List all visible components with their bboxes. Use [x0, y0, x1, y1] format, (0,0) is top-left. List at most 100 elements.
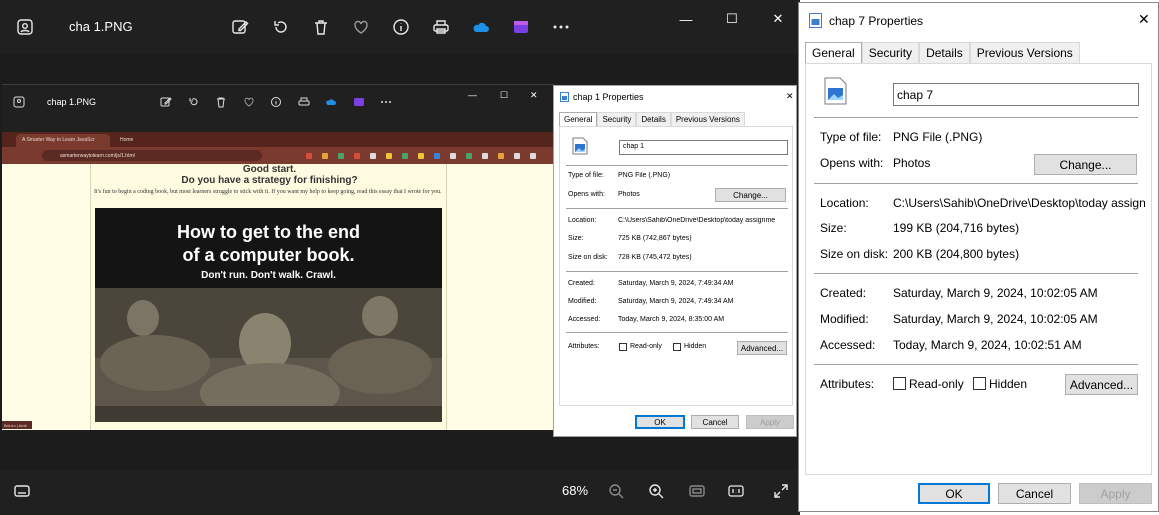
dialog-title: chap 1 Properties: [573, 92, 644, 102]
extension-icon: [338, 153, 344, 159]
separator: [566, 271, 788, 272]
zoom-level: 68%: [562, 483, 589, 498]
separator: [566, 165, 788, 166]
dialog-close-button[interactable]: ✕: [786, 91, 794, 102]
small-properties-dialog: chap 1 Properties ✕ General Security Det…: [553, 85, 797, 437]
apply-button[interactable]: Apply: [1079, 483, 1152, 504]
browser-screenshot: A Smarter Way to Learn JavaScr Home asma…: [2, 132, 554, 430]
cancel-button[interactable]: Cancel: [998, 483, 1071, 504]
minimize-button[interactable]: —: [676, 10, 696, 28]
page-subheading: Do you have a strategy for finishing?: [181, 175, 358, 186]
change-button[interactable]: Change...: [715, 188, 786, 202]
type-of-file-label: Type of file:: [820, 130, 882, 144]
hero-image: How to get to the end of a computer book…: [95, 208, 442, 422]
file-name-input[interactable]: chap 1: [619, 140, 788, 155]
zoom-in-icon[interactable]: [645, 480, 667, 502]
info-icon[interactable]: [390, 16, 412, 38]
more-icon[interactable]: [550, 16, 572, 38]
general-panel: chap 1 Type of file: PNG File (.PNG) Ope…: [559, 126, 793, 406]
ok-button[interactable]: OK: [918, 483, 990, 504]
inner-more-icon: [379, 95, 393, 109]
size-on-disk-label: Size on disk:: [568, 254, 608, 261]
accessed-value: Today, March 9, 2024, 10:02:51 AM: [893, 338, 1082, 352]
location-value: C:\Users\Sahib\OneDrive\Desktop\today as…: [618, 217, 776, 224]
inner-delete-icon: [214, 95, 228, 109]
actual-size-icon[interactable]: [725, 480, 747, 502]
browser-tab-label: A Smarter Way to Learn JavaScr: [22, 137, 95, 143]
dialog-close-button[interactable]: ✕: [1138, 11, 1150, 28]
inner-viewer-toolbar: chap 1.PNG — ☐ ✕: [2, 84, 554, 118]
hidden-checkbox[interactable]: [973, 377, 986, 390]
attributes-label: Attributes:: [568, 343, 600, 350]
rotate-icon[interactable]: [270, 16, 292, 38]
image-gallery-icon[interactable]: [14, 16, 36, 38]
zoom-out-icon[interactable]: [605, 480, 627, 502]
print-icon[interactable]: [430, 16, 452, 38]
file-name-input[interactable]: chap 7: [893, 83, 1139, 106]
size-on-disk-value: 200 KB (204,800 bytes): [893, 247, 1020, 261]
filmstrip-icon[interactable]: [11, 480, 33, 502]
hidden-label: Hidden: [989, 377, 1028, 391]
extension-icon: [450, 153, 456, 159]
extension-icon: [354, 153, 360, 159]
inner-print-icon: [297, 95, 311, 109]
modified-label: Modified:: [820, 312, 869, 326]
accessed-label: Accessed:: [568, 316, 601, 323]
inner-maximize: ☐: [500, 90, 509, 100]
png-file-icon: [809, 13, 822, 28]
fit-to-window-icon[interactable]: [686, 480, 708, 502]
clipchamp-icon[interactable]: [510, 16, 532, 38]
viewer-file-title: cha 1.PNG: [69, 19, 133, 34]
separator: [566, 208, 788, 209]
fullscreen-icon[interactable]: [770, 480, 792, 502]
page-paragraph: It's fun to begin a coding book, but mos…: [94, 189, 442, 195]
separator: [814, 364, 1138, 365]
png-file-icon: [560, 92, 569, 102]
attributes-label: Attributes:: [820, 377, 875, 391]
tab-general[interactable]: General: [559, 112, 598, 126]
edit-image-icon[interactable]: [229, 16, 251, 38]
read-only-label: Read-only: [909, 377, 964, 391]
favorite-heart-icon[interactable]: [350, 16, 372, 38]
separator: [566, 332, 788, 333]
hero-title-line1: How to get to the end: [177, 222, 360, 242]
viewer-status-bar: [0, 470, 800, 515]
read-only-label: Read-only: [630, 343, 662, 350]
extension-icon: [322, 153, 328, 159]
inner-close: ✕: [530, 90, 538, 100]
accessed-value: Today, March 9, 2024, 8:35:00 AM: [618, 316, 725, 323]
extension-icon: [418, 153, 424, 159]
created-label: Created:: [820, 286, 867, 300]
modified-value: Saturday, March 9, 2024, 7:49:34 AM: [618, 298, 734, 305]
hidden-checkbox[interactable]: [673, 343, 681, 351]
read-only-checkbox[interactable]: [619, 343, 627, 351]
ok-button[interactable]: OK: [635, 415, 685, 429]
close-button[interactable]: ✕: [768, 10, 788, 28]
size-value: 199 KB (204,716 bytes): [893, 221, 1020, 235]
size-value: 725 KB (742,867 bytes): [618, 235, 692, 242]
onedrive-cloud-icon[interactable]: [470, 16, 492, 38]
tab-general[interactable]: General: [805, 42, 862, 63]
tab-security[interactable]: Security: [861, 42, 920, 63]
page-heading: Good start.: [242, 164, 297, 175]
location-label: Location:: [820, 196, 869, 210]
maximize-button[interactable]: ☐: [722, 10, 742, 28]
tab-previous-versions[interactable]: Previous Versions: [670, 112, 745, 126]
tab-security[interactable]: Security: [597, 112, 637, 126]
cancel-button[interactable]: Cancel: [691, 415, 739, 429]
advanced-button[interactable]: Advanced...: [1065, 374, 1138, 395]
created-value: Saturday, March 9, 2024, 7:49:34 AM: [618, 280, 734, 287]
tab-details[interactable]: Details: [636, 112, 671, 126]
read-only-checkbox[interactable]: [893, 377, 906, 390]
opens-with-label: Opens with:: [568, 191, 605, 198]
modified-label: Modified:: [568, 298, 597, 305]
change-button[interactable]: Change...: [1034, 154, 1137, 175]
opens-with-value: Photos: [618, 191, 640, 198]
extension-icon: [514, 153, 520, 159]
delete-icon[interactable]: [310, 16, 332, 38]
tab-details[interactable]: Details: [919, 42, 970, 63]
dialog-title: chap 7 Properties: [829, 14, 924, 28]
advanced-button[interactable]: Advanced...: [737, 341, 787, 355]
tab-previous-versions[interactable]: Previous Versions: [969, 42, 1080, 63]
apply-button[interactable]: Apply: [746, 415, 794, 429]
